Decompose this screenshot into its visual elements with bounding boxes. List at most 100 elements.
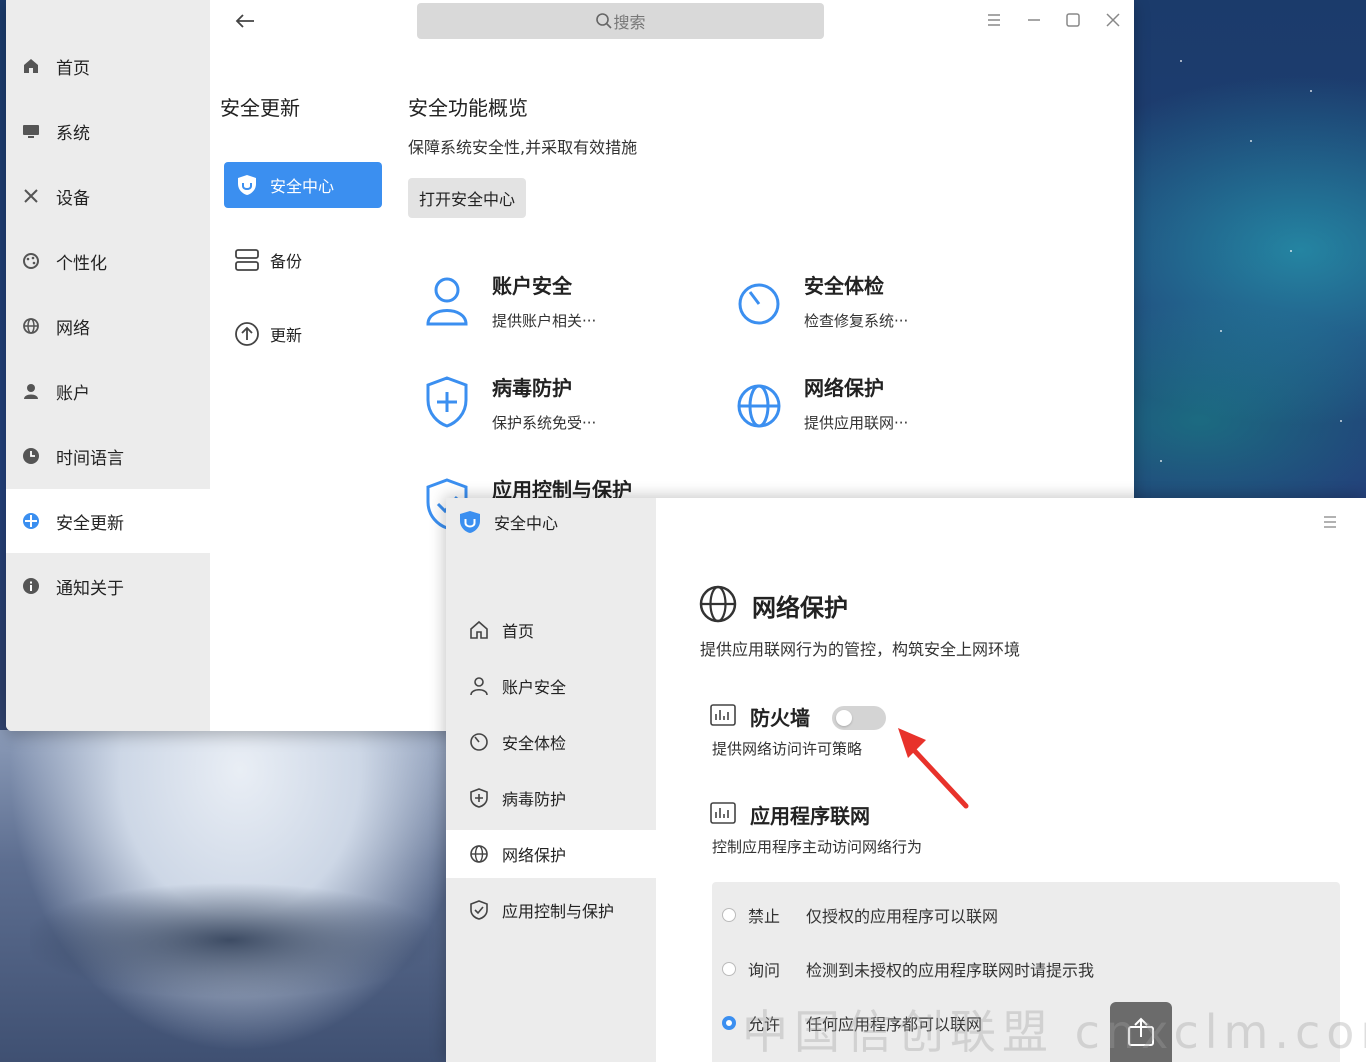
firewall-description: 提供网络访问许可策略 <box>712 740 863 758</box>
page-description: 保障系统安全性,并采取有效措施 <box>408 138 638 157</box>
feature-account-security[interactable]: 账户安全 提供账户相关··· <box>422 270 722 350</box>
shield-plus-icon <box>426 376 468 428</box>
open-security-center-button[interactable]: 打开安全中心 <box>408 178 526 218</box>
feature-title: 网络保护 <box>804 376 884 400</box>
wallpaper-star <box>1160 460 1162 462</box>
app-network-options: 禁止 仅授权的应用程序可以联网 询问 检测到未授权的应用程序联网时请提示我 允许… <box>712 882 1340 1062</box>
upload-icon <box>234 321 260 347</box>
sidebar-item-label: 账户 <box>56 383 90 404</box>
option-deny[interactable]: 禁止 仅授权的应用程序可以联网 <box>722 900 998 930</box>
sidebar-item-label: 通知关于 <box>56 578 124 599</box>
sidebar-item-label: 网络 <box>56 318 90 339</box>
sidebar-item-system[interactable]: 系统 <box>6 99 210 163</box>
sidebar-item-devices[interactable]: 设备 <box>6 164 210 228</box>
subnav-item-security-center[interactable]: 安全中心 <box>224 162 382 208</box>
sc-nav-security-check[interactable]: 安全体检 <box>446 718 656 766</box>
sidebar-item-account[interactable]: 账户 <box>6 359 210 423</box>
subnav-item-backup[interactable]: 备份 <box>224 237 382 283</box>
option-name: 询问 <box>748 961 781 980</box>
sc-nav-label: 病毒防护 <box>502 790 567 809</box>
security-center-logo-icon <box>460 511 480 533</box>
back-button[interactable] <box>232 8 258 34</box>
gauge-icon <box>738 283 780 325</box>
feature-title: 病毒防护 <box>492 376 572 400</box>
sidebar-item-time-language[interactable]: 时间语言 <box>6 424 210 488</box>
share-button[interactable] <box>1110 1002 1172 1062</box>
sidebar-item-notify-about[interactable]: 通知关于 <box>6 554 210 618</box>
wallpaper-star <box>1250 140 1252 142</box>
sidebar-item-label: 设备 <box>56 188 90 209</box>
option-desc: 仅授权的应用程序可以联网 <box>806 907 999 926</box>
feature-desc: 保护系统免受··· <box>492 414 597 432</box>
firewall-toggle[interactable] <box>832 706 886 730</box>
radio-button[interactable] <box>722 908 736 922</box>
wallpaper-star <box>1220 330 1222 332</box>
wallpaper-shadow <box>30 880 450 1000</box>
sidebar-item-personalization[interactable]: 个性化 <box>6 229 210 293</box>
user-icon <box>20 380 42 402</box>
sc-nav-label: 账户安全 <box>502 678 567 697</box>
sc-nav-virus-protection[interactable]: 病毒防护 <box>446 774 656 822</box>
feature-desc: 提供应用联网··· <box>804 414 909 432</box>
hamburger-icon <box>1324 516 1336 528</box>
feature-virus-protection[interactable]: 病毒防护 保护系统免受··· <box>422 372 722 452</box>
wallpaper-star <box>1180 60 1182 62</box>
globe-icon <box>468 843 490 865</box>
subnav-item-label: 安全中心 <box>270 177 335 196</box>
sc-nav-label: 首页 <box>502 622 535 641</box>
wallpaper-star <box>1290 250 1292 252</box>
globe-icon <box>699 585 737 623</box>
option-allow[interactable]: 允许 任何应用程序都可以联网 <box>722 1008 982 1038</box>
option-ask[interactable]: 询问 检测到未授权的应用程序联网时请提示我 <box>722 954 1094 984</box>
chart-icon <box>710 704 736 726</box>
arrow-left-icon <box>235 14 254 28</box>
feature-title: 账户安全 <box>492 274 572 298</box>
tools-icon <box>20 185 42 207</box>
chart-icon <box>710 802 736 824</box>
gauge-icon <box>468 731 490 753</box>
sc-nav-network-protection[interactable]: 网络保护 <box>446 830 656 878</box>
sc-nav-home[interactable]: 首页 <box>446 606 656 654</box>
subnav-item-update[interactable]: 更新 <box>224 311 382 357</box>
feature-security-check[interactable]: 安全体检 检查修复系统··· <box>734 270 1034 350</box>
sidebar-item-label: 时间语言 <box>56 448 124 469</box>
page-description: 提供应用联网行为的管控，构筑安全上网环境 <box>700 640 1021 659</box>
security-update-subnav: 安全更新 安全中心 备份 更新 <box>210 0 400 731</box>
clock-icon <box>20 445 42 467</box>
wallpaper-star <box>1310 90 1312 92</box>
radio-button[interactable] <box>722 962 736 976</box>
app-network-title: 应用程序联网 <box>750 804 870 828</box>
radio-button-selected[interactable] <box>722 1016 736 1030</box>
sidebar-item-label: 首页 <box>56 58 90 79</box>
home-icon <box>468 619 490 641</box>
subnav-item-label: 更新 <box>270 326 303 345</box>
home-icon <box>20 55 42 77</box>
page-title: 网络保护 <box>752 594 848 622</box>
sidebar-item-network[interactable]: 网络 <box>6 294 210 358</box>
network-icon <box>20 315 42 337</box>
storage-icon <box>234 247 260 273</box>
option-desc: 任何应用程序都可以联网 <box>806 1015 983 1034</box>
monitor-icon <box>20 120 42 142</box>
sc-nav-label: 应用控制与保护 <box>502 902 615 921</box>
firewall-title: 防火墙 <box>750 706 810 730</box>
sidebar-item-home[interactable]: 首页 <box>6 34 210 98</box>
sc-nav-account-security[interactable]: 账户安全 <box>446 662 656 710</box>
subnav-item-label: 备份 <box>270 252 303 271</box>
sc-nav-label: 安全体检 <box>502 734 567 753</box>
sidebar-item-label: 系统 <box>56 123 90 144</box>
shield-icon <box>234 172 260 198</box>
sidebar-item-security-update[interactable]: 安全更新 <box>6 489 210 553</box>
security-center-sidebar: 安全中心 首页 账户安全 安全体检 病毒防护 网络保护 应用控制与保护 <box>446 498 656 1062</box>
option-desc: 检测到未授权的应用程序联网时请提示我 <box>806 961 1095 980</box>
sc-menu-button[interactable] <box>1318 510 1342 534</box>
shield-plus-icon <box>468 787 490 809</box>
globe-icon <box>737 384 781 428</box>
wallpaper-star <box>1340 420 1342 422</box>
feature-network-protection[interactable]: 网络保护 提供应用联网··· <box>734 372 1034 452</box>
sc-nav-app-control[interactable]: 应用控制与保护 <box>446 886 656 934</box>
app-title: 安全中心 <box>458 510 558 534</box>
palette-icon <box>20 250 42 272</box>
feature-desc: 检查修复系统··· <box>804 312 909 330</box>
app-title-text: 安全中心 <box>494 514 559 533</box>
